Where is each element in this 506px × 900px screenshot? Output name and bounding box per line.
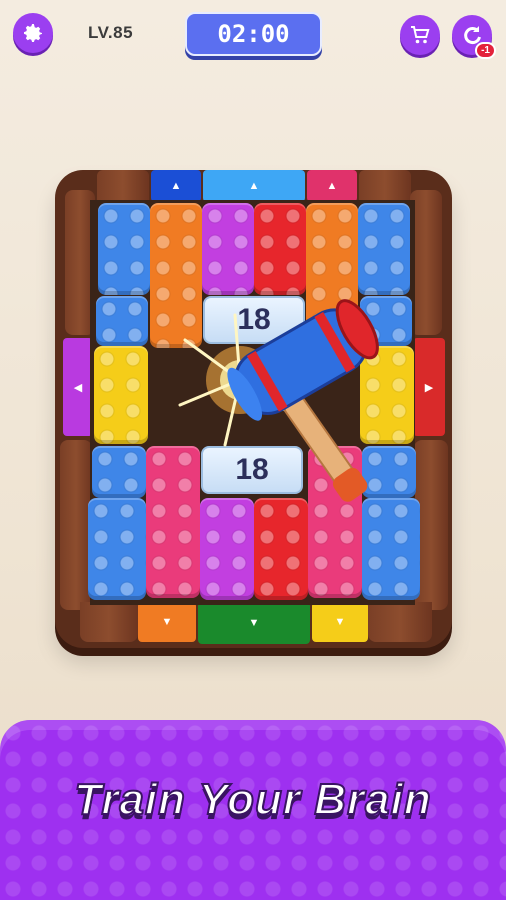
- block-blue[interactable]: [98, 203, 150, 295]
- gate-lightblue-top[interactable]: ▲: [203, 170, 305, 202]
- gate-yellow-bottom[interactable]: ▼: [312, 602, 368, 642]
- block-yellow[interactable]: [94, 346, 148, 444]
- wood-rail: [80, 602, 138, 642]
- block-pink[interactable]: [146, 446, 200, 598]
- cart-icon: [411, 26, 430, 44]
- shop-button[interactable]: [400, 15, 440, 55]
- banner-title: Train Your Brain: [73, 774, 432, 825]
- block-purple[interactable]: [202, 203, 254, 295]
- wood-rail: [359, 170, 411, 202]
- settings-button[interactable]: [13, 13, 53, 53]
- gate-orange-bottom[interactable]: ▼: [138, 602, 196, 642]
- gear-icon: [24, 24, 42, 42]
- level-label: LV.85: [88, 23, 134, 42]
- block-blue[interactable]: [358, 203, 410, 295]
- top-bar: LV.85 02:00 -1: [0, 0, 506, 70]
- hammer-icon: [227, 299, 379, 502]
- restart-cost-badge: -1: [475, 42, 496, 59]
- block-blue[interactable]: [96, 296, 148, 346]
- timer-display: 02:00: [185, 12, 322, 56]
- block-blue[interactable]: [92, 446, 146, 498]
- wood-rail: [97, 170, 149, 202]
- gate-red-right[interactable]: ▶: [413, 338, 445, 436]
- wood-rail: [368, 602, 432, 642]
- restart-button[interactable]: -1: [452, 15, 496, 59]
- block-blue[interactable]: [88, 498, 146, 600]
- gate-blue-top[interactable]: ▲: [151, 170, 201, 202]
- gate-pink-top[interactable]: ▲: [307, 170, 357, 202]
- gate-purple-left[interactable]: ◀: [63, 338, 93, 436]
- gate-green-bottom[interactable]: ▼: [198, 602, 310, 644]
- block-red[interactable]: [254, 203, 306, 295]
